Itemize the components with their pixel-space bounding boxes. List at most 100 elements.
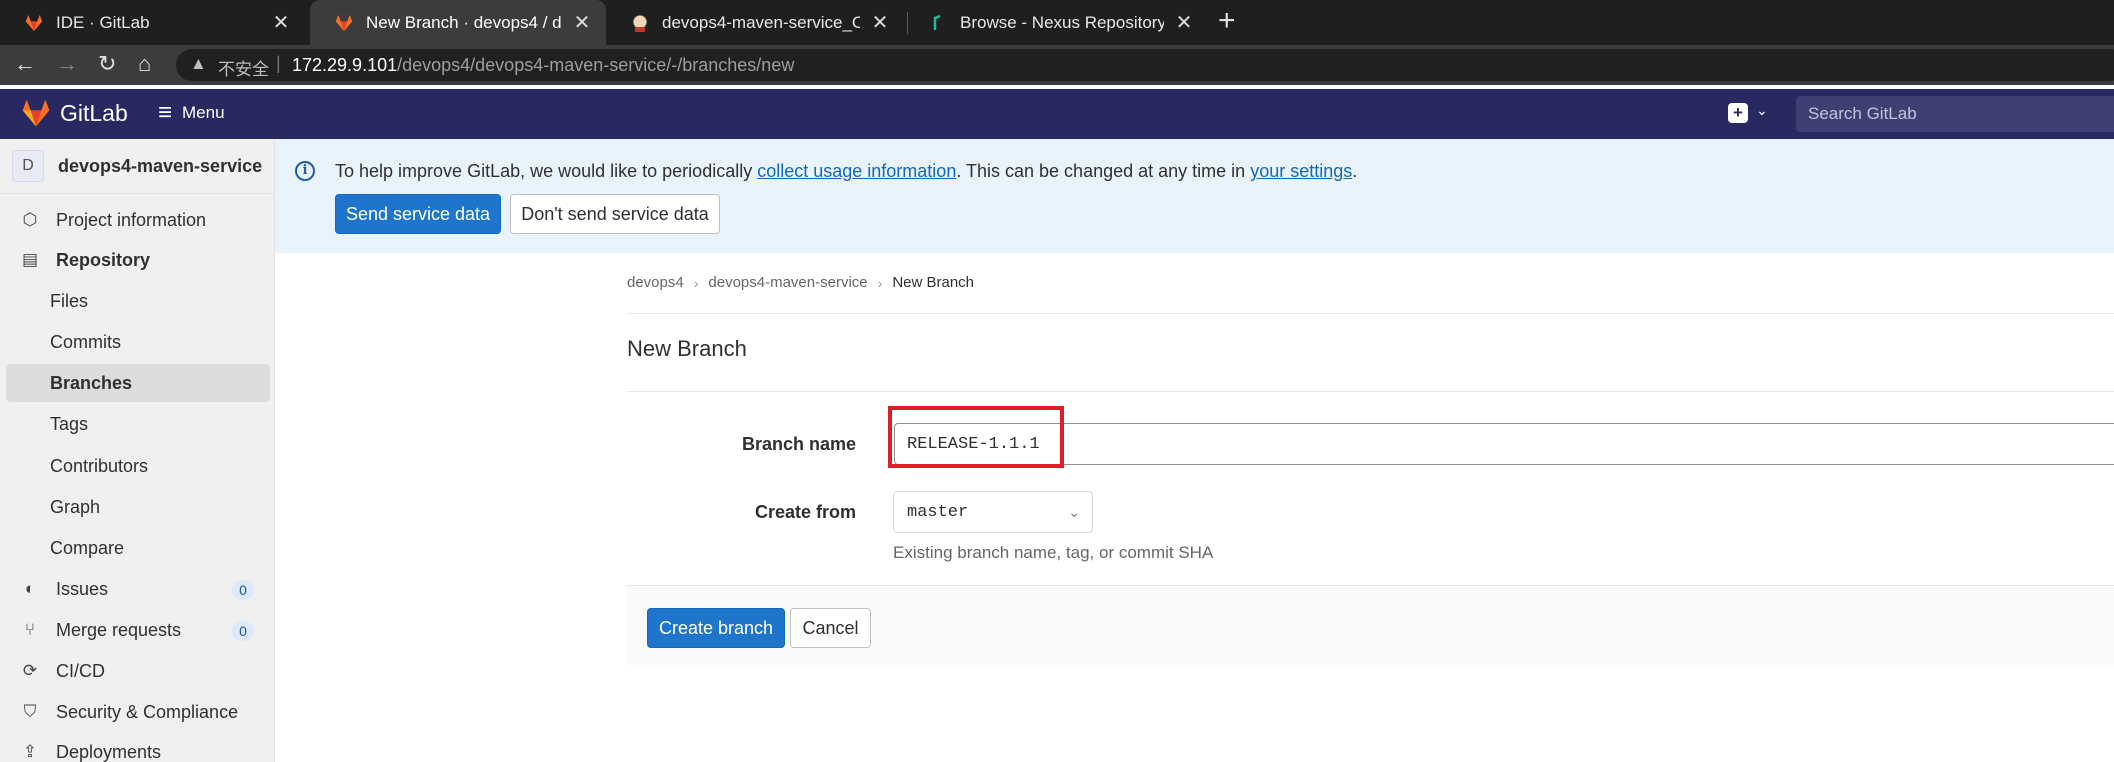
hamburger-icon: ≡ [158, 99, 173, 126]
deployments-icon: ⇪ [22, 742, 38, 761]
cancel-button[interactable]: Cancel [790, 608, 871, 648]
sidebar-item-repository[interactable]: ▤ Repository [6, 241, 270, 279]
menu-label: Menu [182, 103, 225, 122]
sidebar-item-label: Graph [50, 496, 101, 517]
tab-title: Browse - Nexus Repository Manager [960, 12, 1164, 32]
tab-title: New Branch · devops4 / devops4-maven-ser… [366, 12, 562, 32]
sidebar-item-label: Compare [50, 537, 125, 558]
usage-ping-banner: i To help improve GitLab, we would like … [275, 139, 2114, 253]
breadcrumb-item-project[interactable]: devops4-maven-service [708, 274, 867, 291]
new-tab-button[interactable]: + [1218, 4, 1236, 38]
create-branch-button[interactable]: Create branch [647, 608, 785, 648]
issues-count-badge: 0 [232, 580, 254, 600]
sidebar-item-commits[interactable]: Commits [6, 323, 270, 361]
dont-send-service-data-button[interactable]: Don't send service data [510, 194, 720, 234]
gitlab-header: GitLab ≡ Menu + ⌄ [0, 89, 2114, 139]
address-url[interactable]: 172.29.9.101/devops4/devops4-maven-servi… [292, 55, 794, 76]
highlight-annotation [888, 406, 1064, 468]
sidebar-item-label: Branches [50, 372, 133, 393]
create-from-value: master [907, 502, 969, 522]
gitlab-logo-icon[interactable] [20, 98, 52, 128]
info-icon: i [295, 161, 315, 181]
sidebar-item-label: Security & Compliance [56, 701, 239, 722]
chevron-down-icon[interactable]: ⌄ [1756, 102, 1768, 119]
sidebar-item-graph[interactable]: Graph [6, 488, 270, 526]
home-icon[interactable]: ⌂ [138, 51, 151, 77]
sidebar-item-label: Commits [50, 331, 121, 352]
project-icon: ⬡ [22, 210, 38, 229]
create-from-dropdown[interactable]: master ⌄ [893, 491, 1093, 533]
browser-tab-nexus[interactable]: Browse - Nexus Repository Manager ✕ [908, 0, 1208, 45]
sidebar-item-ci-cd[interactable]: ⟳ CI/CD [6, 652, 270, 690]
browser-tab-jenkins[interactable]: devops4-maven-service_CI [Jenkins] ✕ [606, 0, 904, 45]
chevron-right-icon: › [693, 274, 699, 291]
close-icon[interactable]: ✕ [870, 10, 890, 35]
sidebar-item-label: Tags [50, 413, 89, 434]
warning-icon[interactable]: ▲ [190, 54, 207, 74]
jenkins-favicon-icon [632, 14, 648, 32]
forward-icon[interactable]: → [56, 51, 78, 77]
shield-icon: ⛉ [23, 702, 37, 721]
sidebar-project-header[interactable]: D devops4-maven-service [0, 139, 275, 194]
branch-name-label: Branch name [741, 434, 856, 454]
browser-toolbar: ← → ↻ ⌂ ▲ 不安全 | 172.29.9.101/devops4/dev… [0, 45, 2114, 85]
create-from-help-text: Existing branch name, tag, or commit SHA [893, 543, 1214, 562]
address-bar[interactable]: ▲ 不安全 | 172.29.9.101/devops4/devops4-mav… [176, 49, 2114, 81]
browser-tab-ide[interactable]: IDE · GitLab ✕ [0, 0, 305, 45]
form-actions: Create branch Cancel [627, 585, 2114, 665]
sidebar-item-contributors[interactable]: Contributors [6, 447, 270, 485]
page-title: New Branch [627, 336, 747, 361]
sidebar-item-deployments[interactable]: ⇪ Deployments [6, 733, 270, 762]
gitlab-favicon-icon [335, 14, 353, 31]
sidebar-item-project-information[interactable]: ⬡ Project information [6, 201, 270, 239]
merge-request-icon: ⑂ [24, 620, 36, 639]
search-input[interactable] [1796, 96, 2114, 132]
browser-tabstrip: IDE · GitLab ✕ New Branch · devops4 / de… [0, 0, 2114, 45]
nexus-favicon-icon [933, 14, 941, 30]
breadcrumb-item-devops4[interactable]: devops4 [627, 274, 684, 291]
close-icon[interactable]: ✕ [1174, 10, 1194, 35]
collect-usage-link[interactable]: collect usage information [757, 161, 956, 181]
your-settings-link[interactable]: your settings [1250, 161, 1352, 181]
menu-button[interactable]: ≡ Menu [158, 99, 225, 126]
sidebar-item-branches[interactable]: Branches [6, 364, 270, 402]
banner-text-after: . [1352, 161, 1358, 181]
sidebar-item-label: Merge requests [56, 619, 182, 640]
new-dropdown-icon[interactable]: + [1728, 103, 1748, 123]
project-name: devops4-maven-service [58, 155, 263, 176]
gitlab-brand[interactable]: GitLab [60, 100, 128, 127]
breadcrumb-item-current[interactable]: New Branch [892, 274, 974, 291]
send-service-data-button[interactable]: Send service data [335, 194, 501, 234]
sidebar-item-files[interactable]: Files [6, 282, 270, 320]
close-icon[interactable]: ✕ [271, 10, 291, 35]
banner-text-before: To help improve GitLab, we would like to… [335, 161, 758, 181]
sidebar-item-compare[interactable]: Compare [6, 529, 270, 567]
branch-name-input[interactable] [894, 423, 2114, 465]
sidebar-item-tags[interactable]: Tags [6, 405, 270, 443]
sidebar-item-label: Deployments [56, 741, 162, 762]
tab-title: devops4-maven-service_CI [Jenkins] [662, 12, 860, 32]
address-separator: | [276, 53, 281, 73]
banner-text-middle: . This can be changed at any time in [956, 161, 1251, 181]
divider [627, 313, 2114, 314]
rocket-icon: ⟳ [22, 661, 38, 680]
browser-tab-new-branch[interactable]: New Branch · devops4 / devops4-maven-ser… [310, 0, 606, 45]
sidebar-item-security-compliance[interactable]: ⛉ Security & Compliance [6, 693, 270, 731]
reload-icon[interactable]: ↻ [98, 51, 116, 77]
tab-title: IDE · GitLab [56, 12, 150, 32]
back-icon[interactable]: ← [14, 51, 36, 77]
address-path: /devops4/devops4-maven-service/-/branche… [397, 55, 795, 75]
sidebar: D devops4-maven-service ⬡ Project inform… [0, 139, 275, 762]
create-from-label: Create from [754, 502, 856, 522]
merge-requests-count-badge: 0 [232, 621, 254, 641]
sidebar-item-issues[interactable]: ◐ Issues 0 [6, 570, 270, 608]
sidebar-item-label: Project information [56, 209, 207, 230]
insecure-label[interactable]: 不安全 [218, 55, 269, 80]
divider [627, 391, 2114, 392]
close-icon[interactable]: ✕ [572, 10, 592, 35]
sidebar-item-merge-requests[interactable]: ⑂ Merge requests 0 [6, 611, 270, 649]
sidebar-item-label: Repository [56, 249, 151, 270]
sidebar-item-label: Files [50, 290, 89, 311]
address-host: 172.29.9.101 [292, 55, 398, 75]
chevron-down-icon: ⌄ [1068, 503, 1080, 520]
